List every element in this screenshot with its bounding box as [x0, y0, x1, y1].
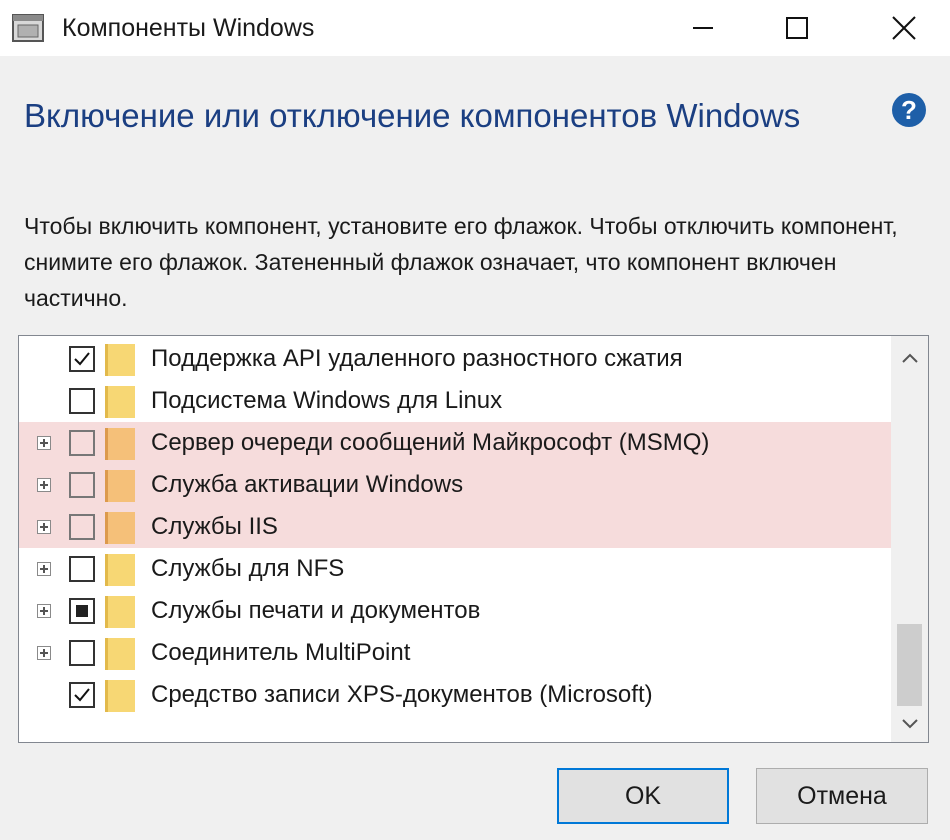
title-bar: Компоненты Windows	[0, 0, 950, 56]
feature-label: Средство записи XPS-документов (Microsof…	[151, 681, 653, 708]
scrollbar-thumb[interactable]	[897, 624, 922, 706]
windows-features-app-icon	[12, 14, 44, 42]
expand-plus-icon[interactable]	[37, 562, 51, 576]
folder-icon	[105, 470, 135, 502]
feature-checkbox[interactable]	[69, 514, 95, 540]
feature-checkbox[interactable]	[69, 640, 95, 666]
feature-checkbox[interactable]	[69, 556, 95, 582]
feature-label: Поддержка API удаленного разностного сжа…	[151, 345, 683, 372]
folder-icon	[105, 680, 135, 712]
feature-row[interactable]: Службы для NFS	[19, 548, 891, 590]
svg-text:?: ?	[901, 95, 917, 125]
feature-checkbox[interactable]	[69, 388, 95, 414]
folder-icon	[105, 386, 135, 418]
folder-icon	[105, 554, 135, 586]
chevron-up-icon	[901, 353, 918, 363]
feature-row[interactable]: Подсистема Windows для Linux	[19, 380, 891, 422]
feature-label: Служба активации Windows	[151, 471, 464, 498]
page-title: Включение или отключение компонентов Win…	[24, 97, 801, 134]
expand-plus-icon[interactable]	[37, 436, 51, 450]
feature-label: Службы печати и документов	[151, 597, 481, 624]
folder-icon	[105, 638, 135, 670]
minimize-icon	[693, 27, 713, 29]
checkmark-icon	[74, 352, 90, 366]
folder-icon	[105, 596, 135, 628]
feature-label: Соединитель MultiPoint	[151, 639, 411, 666]
scroll-up-button[interactable]	[891, 340, 928, 376]
chevron-down-icon	[901, 719, 918, 729]
expand-plus-icon[interactable]	[37, 604, 51, 618]
cancel-button[interactable]: Отмена	[756, 768, 928, 824]
expand-plus-icon[interactable]	[37, 520, 51, 534]
folder-icon	[105, 428, 135, 460]
ok-button[interactable]: OK	[557, 768, 729, 824]
feature-checkbox[interactable]	[69, 346, 95, 372]
feature-label: Службы для NFS	[151, 555, 345, 582]
minimize-button[interactable]	[669, 0, 737, 56]
folder-icon	[105, 512, 135, 544]
feature-label: Подсистема Windows для Linux	[151, 387, 503, 414]
feature-label: Службы IIS	[151, 513, 278, 540]
vertical-scrollbar[interactable]	[891, 336, 928, 742]
feature-label: Сервер очереди сообщений Майкрософт (MSM…	[151, 429, 710, 456]
feature-checkbox[interactable]	[69, 430, 95, 456]
feature-row[interactable]: Поддержка API удаленного разностного сжа…	[19, 338, 891, 380]
folder-icon	[105, 344, 135, 376]
close-icon	[892, 16, 916, 40]
window-title: Компоненты Windows	[62, 14, 315, 42]
instructions-text: Чтобы включить компонент, установите его…	[24, 213, 898, 311]
expand-plus-icon[interactable]	[37, 478, 51, 492]
feature-row[interactable]: Средство записи XPS-документов (Microsof…	[19, 674, 891, 716]
maximize-button[interactable]	[763, 0, 831, 56]
feature-row[interactable]: Службы IIS	[19, 506, 891, 548]
help-icon[interactable]: ?	[891, 92, 927, 128]
maximize-icon	[786, 17, 808, 39]
close-button[interactable]	[870, 0, 938, 56]
feature-row[interactable]: Сервер очереди сообщений Майкрософт (MSM…	[19, 422, 891, 464]
features-tree[interactable]: Поддержка API удаленного разностного сжа…	[18, 335, 929, 743]
expand-plus-icon[interactable]	[37, 646, 51, 660]
feature-checkbox-partial[interactable]	[69, 598, 95, 624]
checkmark-icon	[74, 688, 90, 702]
feature-row[interactable]: Служба активации Windows	[19, 464, 891, 506]
feature-row[interactable]: Службы печати и документов	[19, 590, 891, 632]
feature-checkbox[interactable]	[69, 472, 95, 498]
scroll-down-button[interactable]	[891, 706, 928, 742]
feature-checkbox[interactable]	[69, 682, 95, 708]
feature-row[interactable]: Соединитель MultiPoint	[19, 632, 891, 674]
